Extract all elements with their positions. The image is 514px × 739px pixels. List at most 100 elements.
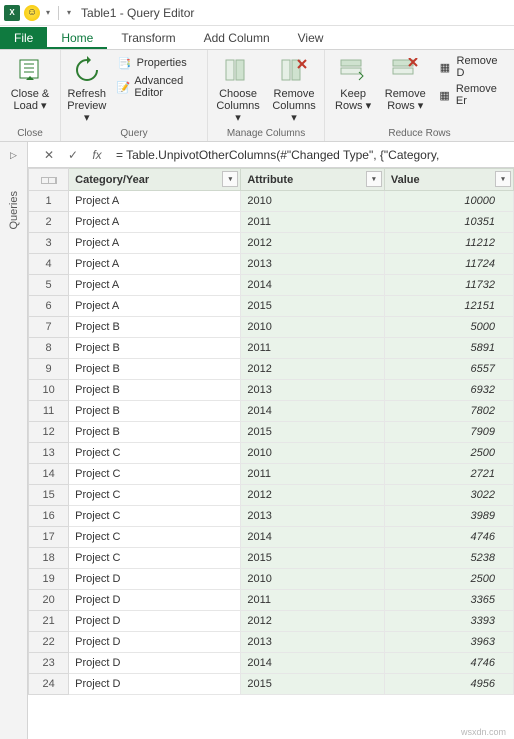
close-load-button[interactable]: Close & Load ▾ [6, 54, 54, 126]
cell-attribute[interactable]: 2014 [241, 275, 384, 296]
row-number[interactable]: 23 [29, 653, 69, 674]
cell-category[interactable]: Project D [69, 632, 241, 653]
cell-value[interactable]: 5238 [384, 548, 513, 569]
sidebar-expand-icon[interactable]: ▷ [10, 150, 17, 161]
table-row[interactable]: 20Project D20113365 [29, 590, 514, 611]
row-number[interactable]: 13 [29, 443, 69, 464]
cell-attribute[interactable]: 2013 [241, 632, 384, 653]
cell-value[interactable]: 2500 [384, 443, 513, 464]
choose-columns-button[interactable]: Choose Columns ▾ [214, 54, 262, 126]
cell-value[interactable]: 5000 [384, 317, 513, 338]
row-number[interactable]: 22 [29, 632, 69, 653]
table-row[interactable]: 4Project A201311724 [29, 254, 514, 275]
cell-attribute[interactable]: 2010 [241, 317, 384, 338]
cell-category[interactable]: Project A [69, 212, 241, 233]
formula-input[interactable] [112, 148, 514, 162]
cell-category[interactable]: Project A [69, 275, 241, 296]
table-row[interactable]: 17Project C20144746 [29, 527, 514, 548]
filter-button-value[interactable]: ▾ [495, 171, 511, 187]
table-row[interactable]: 22Project D20133963 [29, 632, 514, 653]
row-number[interactable]: 14 [29, 464, 69, 485]
row-number[interactable]: 16 [29, 506, 69, 527]
filter-button-attribute[interactable]: ▾ [366, 171, 382, 187]
cell-value[interactable]: 3989 [384, 506, 513, 527]
cell-attribute[interactable]: 2012 [241, 359, 384, 380]
row-number[interactable]: 3 [29, 233, 69, 254]
row-number[interactable]: 19 [29, 569, 69, 590]
cell-category[interactable]: Project A [69, 233, 241, 254]
row-number[interactable]: 10 [29, 380, 69, 401]
cell-category[interactable]: Project C [69, 464, 241, 485]
cell-category[interactable]: Project B [69, 359, 241, 380]
cell-value[interactable]: 3393 [384, 611, 513, 632]
cell-value[interactable]: 2500 [384, 569, 513, 590]
row-number[interactable]: 24 [29, 674, 69, 695]
cell-value[interactable]: 5891 [384, 338, 513, 359]
cell-category[interactable]: Project B [69, 422, 241, 443]
qat-overflow[interactable]: ▾ [65, 8, 73, 17]
select-all-corner[interactable] [29, 169, 69, 191]
formula-confirm-icon[interactable]: ✓ [64, 146, 82, 164]
remove-columns-button[interactable]: Remove Columns ▾ [270, 54, 318, 126]
cell-attribute[interactable]: 2011 [241, 590, 384, 611]
table-row[interactable]: 1Project A201010000 [29, 191, 514, 212]
cell-category[interactable]: Project D [69, 611, 241, 632]
cell-attribute[interactable]: 2011 [241, 464, 384, 485]
cell-attribute[interactable]: 2013 [241, 254, 384, 275]
cell-value[interactable]: 3963 [384, 632, 513, 653]
cell-value[interactable]: 10351 [384, 212, 513, 233]
table-row[interactable]: 2Project A201110351 [29, 212, 514, 233]
column-header-value[interactable]: Value▾ [384, 169, 513, 191]
row-number[interactable]: 4 [29, 254, 69, 275]
tab-home[interactable]: Home [47, 27, 107, 49]
properties-button[interactable]: 📑Properties [115, 54, 201, 72]
table-row[interactable]: 5Project A201411732 [29, 275, 514, 296]
cell-category[interactable]: Project D [69, 674, 241, 695]
refresh-preview-button[interactable]: Refresh Preview ▾ [67, 54, 107, 126]
cell-value[interactable]: 7802 [384, 401, 513, 422]
cell-value[interactable]: 11212 [384, 233, 513, 254]
row-number[interactable]: 5 [29, 275, 69, 296]
table-row[interactable]: 10Project B20136932 [29, 380, 514, 401]
table-row[interactable]: 14Project C20112721 [29, 464, 514, 485]
table-row[interactable]: 15Project C20123022 [29, 485, 514, 506]
cell-value[interactable]: 11732 [384, 275, 513, 296]
cell-category[interactable]: Project B [69, 338, 241, 359]
table-row[interactable]: 7Project B20105000 [29, 317, 514, 338]
cell-value[interactable]: 2721 [384, 464, 513, 485]
cell-category[interactable]: Project A [69, 191, 241, 212]
cell-value[interactable]: 4746 [384, 527, 513, 548]
qat-dropdown[interactable]: ▾ [44, 8, 52, 17]
column-header-attribute[interactable]: Attribute▾ [241, 169, 384, 191]
table-row[interactable]: 12Project B20157909 [29, 422, 514, 443]
row-number[interactable]: 9 [29, 359, 69, 380]
table-row[interactable]: 6Project A201512151 [29, 296, 514, 317]
table-row[interactable]: 11Project B20147802 [29, 401, 514, 422]
remove-rows-button[interactable]: Remove Rows ▾ [383, 54, 427, 126]
cell-value[interactable]: 7909 [384, 422, 513, 443]
cell-value[interactable]: 11724 [384, 254, 513, 275]
cell-category[interactable]: Project A [69, 296, 241, 317]
cell-attribute[interactable]: 2013 [241, 506, 384, 527]
table-row[interactable]: 18Project C20155238 [29, 548, 514, 569]
filter-button-category[interactable]: ▾ [222, 171, 238, 187]
cell-attribute[interactable]: 2010 [241, 191, 384, 212]
cell-value[interactable]: 12151 [384, 296, 513, 317]
advanced-editor-button[interactable]: 📝Advanced Editor [115, 74, 201, 100]
remove-errors-button[interactable]: ▦Remove Er [435, 82, 508, 108]
cell-attribute[interactable]: 2012 [241, 611, 384, 632]
cell-attribute[interactable]: 2015 [241, 548, 384, 569]
row-number[interactable]: 20 [29, 590, 69, 611]
row-number[interactable]: 12 [29, 422, 69, 443]
tab-file[interactable]: File [0, 27, 47, 49]
smiley-icon[interactable]: ☺ [24, 5, 40, 21]
cell-value[interactable]: 4746 [384, 653, 513, 674]
queries-sidebar[interactable]: ▷ Queries [0, 142, 28, 739]
tab-view[interactable]: View [284, 27, 338, 49]
table-row[interactable]: 23Project D20144746 [29, 653, 514, 674]
cell-value[interactable]: 6932 [384, 380, 513, 401]
cell-attribute[interactable]: 2015 [241, 674, 384, 695]
cell-category[interactable]: Project B [69, 380, 241, 401]
table-row[interactable]: 3Project A201211212 [29, 233, 514, 254]
table-row[interactable]: 24Project D20154956 [29, 674, 514, 695]
